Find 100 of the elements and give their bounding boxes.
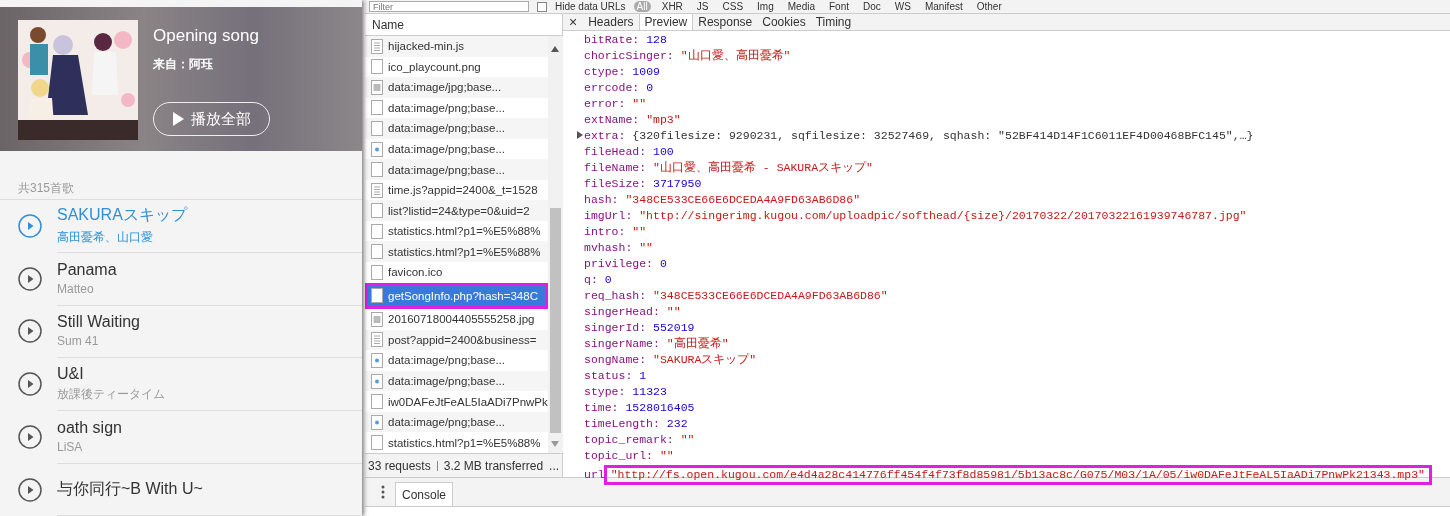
property-key: url <box>584 468 605 481</box>
request-row[interactable]: hijacked-min.js <box>365 36 548 57</box>
type-filter[interactable]: XHR <box>658 1 686 12</box>
file-icon <box>371 59 383 75</box>
request-row[interactable]: post?appid=2400&business= <box>365 329 548 351</box>
property-value: "348CE533CE66E6DCEDA4A9FD63AB6D86" <box>625 192 861 206</box>
file-icon <box>371 120 383 136</box>
play-icon[interactable] <box>18 372 42 397</box>
type-filter[interactable]: Img <box>754 1 777 12</box>
file-icon <box>371 100 383 116</box>
property-value: "" <box>680 432 695 446</box>
type-filter[interactable]: Other <box>973 1 1005 12</box>
file-icon <box>371 244 383 260</box>
song-item[interactable]: 与你同行~B With U~ <box>0 463 362 516</box>
request-row[interactable]: time.js?appid=2400&_t=1528 <box>365 179 548 201</box>
file-icon <box>371 203 383 219</box>
property-key: mvhash: <box>584 240 633 254</box>
property-value: 3717950 <box>653 176 702 190</box>
song-item[interactable]: Still Waiting Sum 41 <box>0 305 362 358</box>
request-row[interactable]: data:image/png;base... <box>365 159 548 180</box>
property-key: singerHead: <box>584 304 660 318</box>
property-value: 0 <box>604 272 612 286</box>
more-menu-icon[interactable] <box>381 485 385 499</box>
panel-tab[interactable]: Preview <box>638 14 694 30</box>
property-value: 0 <box>659 256 667 270</box>
request-row[interactable]: statistics.html?p1=%E5%88% <box>365 432 548 453</box>
type-filter[interactable]: CSS <box>719 1 747 12</box>
play-icon[interactable] <box>18 213 42 238</box>
panel-tab[interactable]: Timing <box>810 14 857 30</box>
song-item[interactable]: U&I 放課後ティータイム <box>0 357 362 411</box>
property-value: "" <box>659 448 674 462</box>
request-name: time.js?appid=2400&_t=1528 <box>388 184 538 197</box>
request-count: 33 requests <box>368 458 431 473</box>
type-filter[interactable]: Manifest <box>921 1 966 12</box>
request-row[interactable]: iw0DAFeJtFeAL5IaADi7PnwPk <box>365 391 548 412</box>
request-row[interactable]: data:image/png;base... <box>365 138 548 160</box>
request-row[interactable]: data:image/png;base... <box>365 370 548 392</box>
scrollbar-thumb[interactable] <box>549 208 561 433</box>
property-key: imgUrl: <box>584 208 633 222</box>
checkbox[interactable] <box>537 1 547 12</box>
request-row[interactable]: data:image/jpg;base... <box>365 77 548 98</box>
request-name: data:image/png;base... <box>388 416 505 429</box>
property-value: 100 <box>653 144 674 158</box>
request-row[interactable]: data:image/png;base... <box>365 411 548 433</box>
more-text: ... <box>549 458 560 473</box>
request-row[interactable]: ico_playcount.png <box>365 56 548 78</box>
request-row[interactable]: statistics.html?p1=%E5%88% <box>365 220 548 242</box>
song-title: U&I <box>57 364 85 383</box>
request-name: favicon.ico <box>388 266 443 279</box>
play-icon[interactable] <box>18 424 42 449</box>
request-row[interactable]: 20160718004405555258.jpg <box>365 309 548 330</box>
property-key: stype: <box>584 384 626 398</box>
type-filter[interactable]: Doc <box>860 1 884 12</box>
request-name: iw0DAFeJtFeAL5IaADi7PnwPk <box>388 395 548 408</box>
image-file-icon <box>371 79 383 95</box>
property-key: hash: <box>584 192 619 206</box>
play-icon[interactable] <box>18 266 42 291</box>
property-value: "" <box>666 304 681 318</box>
property-key: timeLength: <box>584 416 660 430</box>
song-artist: 放課後ティータイム <box>57 385 166 403</box>
expand-icon[interactable] <box>576 131 583 139</box>
song-title: SAKURAスキップ <box>57 204 189 225</box>
request-row[interactable]: list?listid=24&type=0&uid=2 <box>365 200 548 221</box>
type-filter[interactable]: WS <box>891 1 914 12</box>
play-icon[interactable] <box>18 319 42 344</box>
playlist-title: Opening song <box>153 26 260 46</box>
image-file-icon <box>371 352 383 368</box>
song-item[interactable]: oath sign LiSA <box>0 410 362 464</box>
console-tab[interactable]: Console <box>395 482 454 506</box>
type-filter[interactable]: JS <box>693 1 712 12</box>
image-file-icon <box>371 311 383 327</box>
song-item[interactable]: Panama Matteo <box>0 252 362 306</box>
song-title: Panama <box>57 260 118 279</box>
panel-tab[interactable]: Headers <box>583 14 639 30</box>
request-row[interactable]: favicon.ico <box>365 262 548 283</box>
request-row[interactable]: data:image/png;base... <box>365 97 548 119</box>
property-value: "http://fs.open.kugou.com/e4d4a28c414776ff454f4f73f8d85981/5b13ac8c/G075/M03/1A/05/iw0DAFeJtFeAL5IaADi7PnwPk21343.mp3" <box>610 467 1425 481</box>
script-file-icon <box>371 332 383 348</box>
close-button[interactable]: × <box>563 14 584 30</box>
play-icon[interactable] <box>18 477 42 502</box>
file-icon <box>371 288 383 304</box>
type-filter[interactable]: Media <box>784 1 818 12</box>
request-row[interactable]: data:image/png;base... <box>365 350 548 371</box>
panel-tab[interactable]: Response <box>693 14 758 30</box>
filter-field[interactable]: Filter <box>369 1 529 12</box>
request-name: data:image/png;base... <box>388 143 505 155</box>
request-row[interactable]: getSongInfo.php?hash=348C <box>365 282 548 310</box>
request-name: statistics.html?p1=%E5%88% <box>388 436 541 449</box>
request-name: hijacked-min.js <box>388 40 465 53</box>
scrollbar[interactable] <box>547 36 563 453</box>
type-filter[interactable]: Font <box>826 1 852 12</box>
scroll-up-icon[interactable] <box>551 46 560 52</box>
request-row[interactable]: data:image/png;base... <box>365 118 548 139</box>
panel-tab[interactable]: Cookies <box>757 14 811 30</box>
property-key: time: <box>584 400 619 414</box>
request-name: data:image/png;base... <box>388 163 505 176</box>
property-value: "http://singerimg.kugou.com/uploadpic/softhead/{size}/20170322/20170322161939746787.jpg" <box>639 208 1247 222</box>
property-key: singerName: <box>584 336 660 350</box>
property-key: status: <box>584 368 633 382</box>
request-row[interactable]: statistics.html?p1=%E5%88% <box>365 241 548 262</box>
